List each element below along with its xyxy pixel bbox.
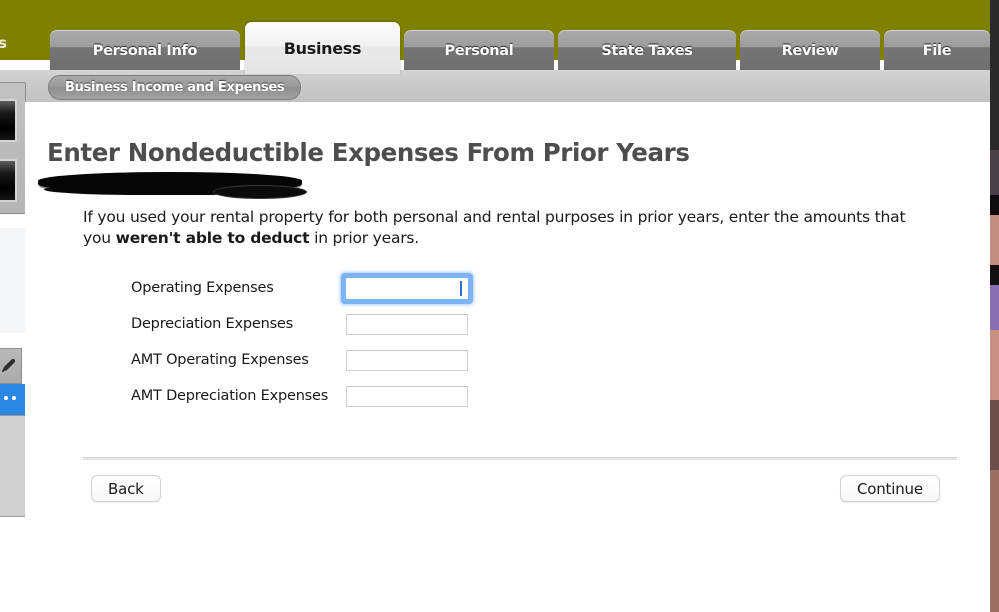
form-row-operating-expenses: Operating Expenses [131, 270, 531, 306]
label-depreciation-expenses: Depreciation Expenses [131, 316, 294, 332]
label-amt-operating-expenses: AMT Operating Expenses [131, 352, 309, 368]
redaction-scribble [38, 172, 307, 199]
label-operating-expenses: Operating Expenses [131, 280, 274, 296]
content-page: Enter Nondeductible Expenses From Prior … [25, 102, 990, 612]
input-operating-expenses[interactable] [346, 277, 468, 299]
tab-file[interactable]: File [884, 30, 990, 72]
input-depreciation-expenses[interactable] [346, 313, 468, 335]
tab-review-label: Review [781, 43, 839, 59]
tab-personal[interactable]: Personal [404, 30, 554, 72]
palette-swatch-1[interactable] [0, 99, 17, 142]
back-button[interactable]: Back [91, 475, 161, 502]
back-button-label: Back [108, 479, 144, 498]
tab-file-label: File [922, 43, 952, 59]
main-tab-strip: Personal Info Business Personal State Ta… [0, 22, 990, 74]
palette-light-panel[interactable] [0, 228, 26, 333]
continue-button[interactable]: Continue [840, 475, 940, 502]
tab-personal-label: Personal [444, 43, 514, 59]
tab-state-taxes-label: State Taxes [601, 43, 693, 59]
intro-text-suffix: in prior years. [309, 229, 420, 247]
continue-button-label: Continue [857, 479, 923, 498]
desktop-sliver [990, 0, 999, 612]
input-amt-operating-expenses[interactable] [346, 349, 468, 371]
pencil-tool-button[interactable] [0, 348, 22, 384]
intro-text-bold: weren't able to deduct [115, 229, 310, 247]
form-row-amt-operating-expenses: AMT Operating Expenses [131, 342, 531, 378]
text-caret [460, 280, 462, 296]
app-screen: s Personal Info Business Personal State … [0, 0, 999, 612]
expenses-form: Operating Expenses Depreciation Expenses… [131, 270, 531, 414]
page-title: Enter Nondeductible Expenses From Prior … [47, 138, 690, 167]
blue-arrow-dots [0, 396, 16, 400]
focus-ring-operating-expenses [341, 272, 473, 304]
intro-paragraph: If you used your rental property for bot… [83, 207, 923, 249]
tab-business[interactable]: Business [245, 22, 400, 74]
tab-personal-info-label: Personal Info [92, 43, 198, 59]
palette-bottom-panel[interactable] [0, 415, 27, 517]
footer-divider [83, 457, 957, 460]
tab-review[interactable]: Review [740, 30, 880, 72]
tab-personal-info[interactable]: Personal Info [50, 30, 240, 72]
tab-business-label: Business [283, 38, 362, 58]
input-amt-depreciation-expenses[interactable] [346, 385, 468, 407]
form-row-amt-depreciation-expenses: AMT Depreciation Expenses [131, 378, 531, 414]
palette-swatch-panel[interactable] [0, 82, 26, 214]
breadcrumb-label: Business Income and Expenses [65, 80, 285, 95]
tab-state-taxes[interactable]: State Taxes [558, 30, 736, 72]
breadcrumb[interactable]: Business Income and Expenses [48, 75, 302, 100]
form-row-depreciation-expenses: Depreciation Expenses [131, 306, 531, 342]
label-amt-depreciation-expenses: AMT Depreciation Expenses [131, 388, 329, 404]
palette-swatch-2[interactable] [0, 159, 17, 202]
pencil-icon [0, 357, 17, 375]
